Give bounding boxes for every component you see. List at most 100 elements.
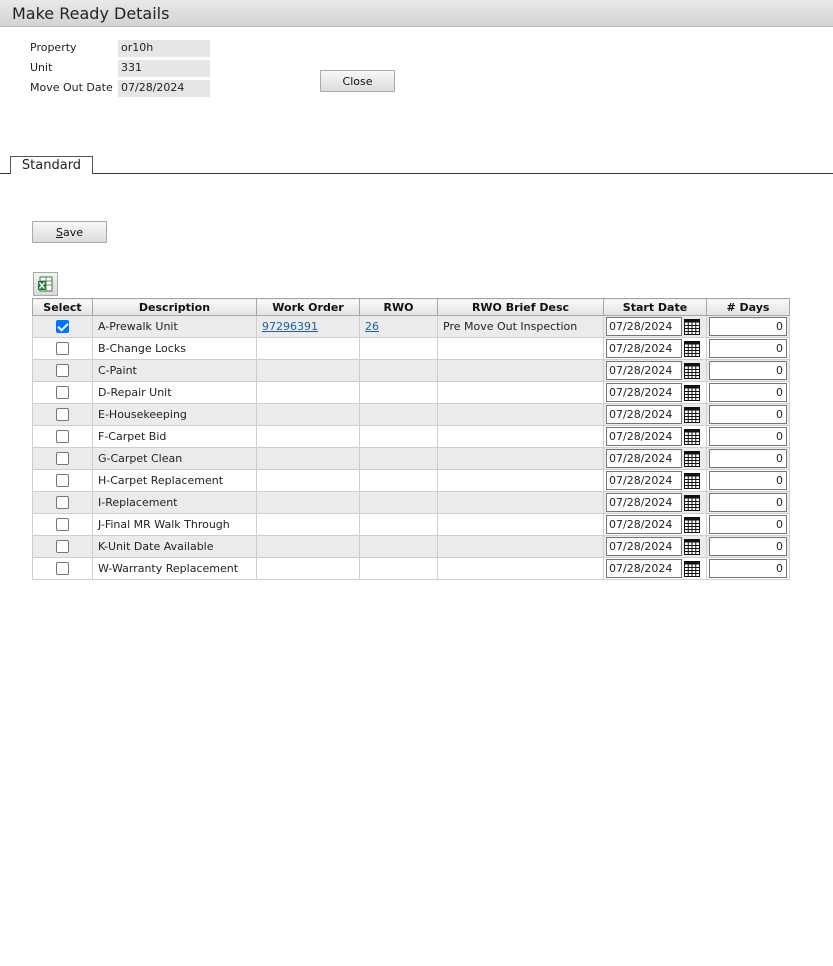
start-date-input[interactable]: 07/28/2024 bbox=[606, 427, 682, 446]
unit-label: Unit bbox=[30, 61, 53, 74]
calendar-icon[interactable] bbox=[684, 428, 700, 445]
make-ready-table: Select Description Work Order RWO RWO Br… bbox=[32, 298, 790, 580]
start-date-input[interactable]: 07/28/2024 bbox=[606, 493, 682, 512]
start-date-input[interactable]: 07/28/2024 bbox=[606, 383, 682, 402]
start-date-input[interactable]: 07/28/2024 bbox=[606, 449, 682, 468]
calendar-icon[interactable] bbox=[684, 406, 700, 423]
description-cell: K-Unit Date Available bbox=[92, 535, 257, 558]
row-select-checkbox[interactable] bbox=[56, 496, 69, 510]
work-order-cell bbox=[256, 513, 360, 536]
calendar-icon[interactable] bbox=[684, 340, 700, 357]
calendar-icon[interactable] bbox=[684, 384, 700, 401]
start-date-cell: 07/28/2024 bbox=[603, 403, 707, 426]
save-button[interactable]: Save bbox=[32, 221, 107, 243]
calendar-icon[interactable] bbox=[684, 450, 700, 467]
start-date-input[interactable]: 07/28/2024 bbox=[606, 339, 682, 358]
close-button-label: Close bbox=[342, 74, 373, 88]
rwo-cell bbox=[359, 381, 438, 404]
start-date-input[interactable]: 07/28/2024 bbox=[606, 317, 682, 336]
calendar-icon[interactable] bbox=[684, 362, 700, 379]
column-header-description[interactable]: Description bbox=[92, 298, 257, 316]
select-cell bbox=[32, 337, 93, 360]
rwo-cell bbox=[359, 425, 438, 448]
select-cell bbox=[32, 469, 93, 492]
description-cell: I-Replacement bbox=[92, 491, 257, 514]
start-date-input[interactable]: 07/28/2024 bbox=[606, 537, 682, 556]
start-date-cell: 07/28/2024 bbox=[603, 535, 707, 558]
work-order-link[interactable]: 97296391 bbox=[262, 320, 318, 333]
start-date-input[interactable]: 07/28/2024 bbox=[606, 515, 682, 534]
start-date-cell: 07/28/2024 bbox=[603, 491, 707, 514]
days-input[interactable]: 0 bbox=[709, 559, 787, 578]
days-input[interactable]: 0 bbox=[709, 361, 787, 380]
calendar-icon[interactable] bbox=[684, 472, 700, 489]
column-header-days[interactable]: # Days bbox=[706, 298, 790, 316]
start-date-cell: 07/28/2024 bbox=[603, 381, 707, 404]
save-accesskey: S bbox=[55, 225, 63, 239]
days-input[interactable]: 0 bbox=[709, 339, 787, 358]
calendar-icon[interactable] bbox=[684, 516, 700, 533]
select-cell bbox=[32, 403, 93, 426]
calendar-icon[interactable] bbox=[684, 560, 700, 577]
start-date-input[interactable]: 07/28/2024 bbox=[606, 361, 682, 380]
row-select-checkbox[interactable] bbox=[56, 342, 69, 356]
days-input[interactable]: 0 bbox=[709, 515, 787, 534]
days-input[interactable]: 0 bbox=[709, 471, 787, 490]
table-header-row: Select Description Work Order RWO RWO Br… bbox=[32, 298, 790, 316]
row-select-checkbox[interactable] bbox=[56, 320, 69, 334]
select-cell bbox=[32, 557, 93, 580]
days-input[interactable]: 0 bbox=[709, 405, 787, 424]
days-input[interactable]: 0 bbox=[709, 383, 787, 402]
table-body: A-Prewalk Unit 97296391 26 Pre Move Out Ins… bbox=[32, 315, 790, 580]
row-select-checkbox[interactable] bbox=[56, 518, 69, 532]
table-row: E-Housekeeping 07/28/2024 0 bbox=[32, 403, 790, 426]
start-date-cell: 07/28/2024 bbox=[603, 337, 707, 360]
excel-export-button[interactable] bbox=[33, 272, 58, 296]
days-cell: 0 bbox=[706, 381, 790, 404]
select-cell bbox=[32, 491, 93, 514]
move-out-date-label: Move Out Date bbox=[30, 81, 113, 94]
days-cell: 0 bbox=[706, 513, 790, 536]
days-input[interactable]: 0 bbox=[709, 537, 787, 556]
column-header-rwo-brief-desc[interactable]: RWO Brief Desc bbox=[437, 298, 604, 316]
start-date-input[interactable]: 07/28/2024 bbox=[606, 559, 682, 578]
start-date-cell: 07/28/2024 bbox=[603, 447, 707, 470]
rwo-link[interactable]: 26 bbox=[365, 320, 379, 333]
row-select-checkbox[interactable] bbox=[56, 408, 69, 422]
start-date-cell: 07/28/2024 bbox=[603, 425, 707, 448]
tab-standard[interactable]: Standard bbox=[10, 156, 93, 174]
row-select-checkbox[interactable] bbox=[56, 562, 69, 576]
days-cell: 0 bbox=[706, 557, 790, 580]
row-select-checkbox[interactable] bbox=[56, 540, 69, 554]
column-header-work-order[interactable]: Work Order bbox=[256, 298, 360, 316]
table-row: F-Carpet Bid 07/28/2024 0 bbox=[32, 425, 790, 448]
calendar-icon[interactable] bbox=[684, 318, 700, 335]
column-header-select[interactable]: Select bbox=[32, 298, 93, 316]
rwo-brief-desc-cell bbox=[437, 557, 604, 580]
days-cell: 0 bbox=[706, 447, 790, 470]
days-input[interactable]: 0 bbox=[709, 449, 787, 468]
row-select-checkbox[interactable] bbox=[56, 474, 69, 488]
table-row: A-Prewalk Unit 97296391 26 Pre Move Out Ins… bbox=[32, 315, 790, 338]
row-select-checkbox[interactable] bbox=[56, 364, 69, 378]
rwo-brief-desc-cell bbox=[437, 381, 604, 404]
calendar-icon[interactable] bbox=[684, 494, 700, 511]
row-select-checkbox[interactable] bbox=[56, 386, 69, 400]
work-order-cell bbox=[256, 403, 360, 426]
description-cell: H-Carpet Replacement bbox=[92, 469, 257, 492]
start-date-input[interactable]: 07/28/2024 bbox=[606, 471, 682, 490]
days-input[interactable]: 0 bbox=[709, 317, 787, 336]
row-select-checkbox[interactable] bbox=[56, 430, 69, 444]
rwo-brief-desc-cell bbox=[437, 447, 604, 470]
calendar-icon[interactable] bbox=[684, 538, 700, 555]
start-date-input[interactable]: 07/28/2024 bbox=[606, 405, 682, 424]
days-input[interactable]: 0 bbox=[709, 493, 787, 512]
column-header-rwo[interactable]: RWO bbox=[359, 298, 438, 316]
save-label-rest: ave bbox=[62, 225, 83, 239]
description-cell: J-Final MR Walk Through bbox=[92, 513, 257, 536]
work-order-cell bbox=[256, 557, 360, 580]
close-button[interactable]: Close bbox=[320, 70, 395, 92]
column-header-start-date[interactable]: Start Date bbox=[603, 298, 707, 316]
days-input[interactable]: 0 bbox=[709, 427, 787, 446]
row-select-checkbox[interactable] bbox=[56, 452, 69, 466]
